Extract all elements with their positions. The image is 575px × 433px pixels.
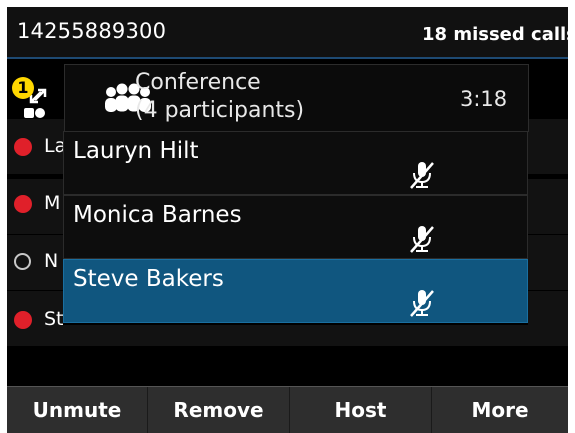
unmute-button[interactable]: Unmute xyxy=(7,387,148,433)
participant-name: Lauryn Hilt xyxy=(73,138,199,164)
status-bar: 14255889300 18 missed calls xyxy=(7,7,568,59)
missed-calls-indicator[interactable]: 18 missed calls xyxy=(422,24,568,45)
mic-muted-icon xyxy=(410,290,434,317)
conference-title-block: Conference (4 participants) xyxy=(135,69,304,125)
notification-badge: 1 xyxy=(12,77,34,99)
status-dot-icon xyxy=(14,253,31,270)
more-button[interactable]: More xyxy=(432,387,568,433)
conference-participant-count: (4 participants) xyxy=(135,98,305,123)
line-number: 14255889300 xyxy=(17,19,167,43)
participant-name: Monica Barnes xyxy=(73,202,242,228)
line-label: N xyxy=(44,250,59,272)
conference-timer: 3:18 xyxy=(460,87,508,111)
softkey-bar: Unmute Remove Host More xyxy=(7,386,568,433)
host-button[interactable]: Host xyxy=(290,387,432,433)
line-label: St xyxy=(44,308,64,330)
participant-list: Lauryn Hilt Monica Barnes Steve Bakers xyxy=(63,131,528,325)
conference-header: Conference (4 participants) 3:18 xyxy=(64,64,529,132)
remove-button[interactable]: Remove xyxy=(148,387,290,433)
status-dot-icon xyxy=(14,195,32,213)
participant-row-selected[interactable]: Steve Bakers xyxy=(63,259,528,323)
mic-muted-icon xyxy=(410,226,434,253)
participant-row[interactable]: Lauryn Hilt xyxy=(63,131,528,195)
status-dot-icon xyxy=(14,311,32,329)
conference-title: Conference xyxy=(135,70,261,95)
mic-muted-icon xyxy=(410,162,434,189)
line-label: M xyxy=(44,192,61,214)
participant-name: Steve Bakers xyxy=(73,266,224,292)
status-dot-icon xyxy=(14,138,32,156)
phone-screen: 14255889300 18 missed calls La M N St 1 xyxy=(7,7,568,433)
participant-row[interactable]: Monica Barnes xyxy=(63,195,528,259)
